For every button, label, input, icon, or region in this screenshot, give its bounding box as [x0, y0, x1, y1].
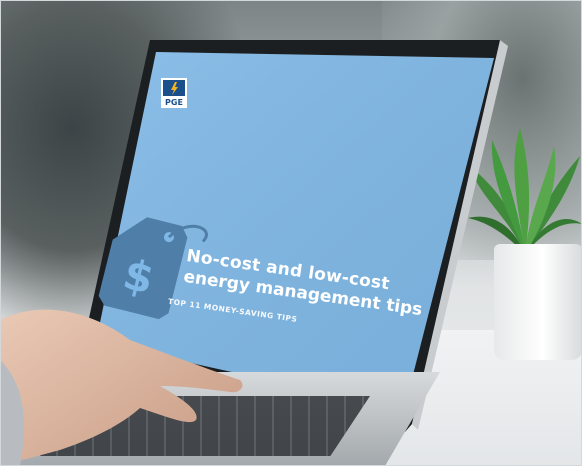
pge-logo-icon: PGE: [161, 78, 187, 108]
photo-scene: $ PGE No-cost and low-cost energy manage…: [0, 0, 582, 466]
svg-text:PGE: PGE: [165, 98, 183, 107]
pge-logo: PGE: [161, 78, 187, 108]
typing-hand: [0, 309, 243, 466]
